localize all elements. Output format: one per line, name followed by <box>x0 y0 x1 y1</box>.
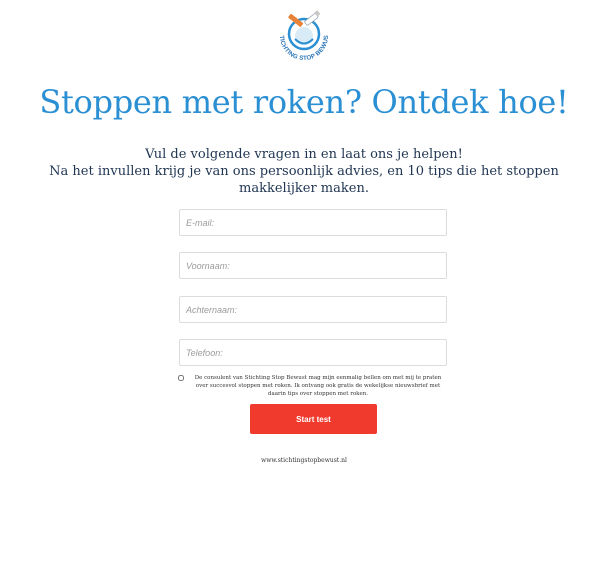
email-field[interactable] <box>179 209 447 236</box>
first-name-field[interactable] <box>179 252 447 279</box>
landing-page: STICHTING STOP BEWUST Stoppen met roken?… <box>0 0 608 569</box>
consent-text: De consulent van Stichting Stop Bewust m… <box>194 375 442 397</box>
intro-line-3: makkelijker maken. <box>239 181 369 196</box>
intro-text: Vul de volgende vragen in en laat ons je… <box>40 146 568 197</box>
stichting-stop-bewust-logo: STICHTING STOP BEWUST <box>271 6 337 68</box>
intro-line-1: Vul de volgende vragen in en laat ons je… <box>145 147 463 162</box>
intro-line-2: Na het invullen krijg je van ons persoon… <box>49 164 559 179</box>
phone-field[interactable] <box>179 339 447 366</box>
start-test-button[interactable]: Start test <box>250 404 377 434</box>
last-name-field[interactable] <box>179 296 447 323</box>
website-link[interactable]: www.stichtingstopbewust.nl <box>0 457 608 464</box>
no-smoking-logo-icon: STICHTING STOP BEWUST <box>271 6 330 62</box>
page-title: Stoppen met roken? Ontdek hoe! <box>39 83 569 121</box>
consent-checkbox[interactable] <box>178 375 184 381</box>
consent-row[interactable]: De consulent van Stichting Stop Bewust m… <box>178 374 448 398</box>
